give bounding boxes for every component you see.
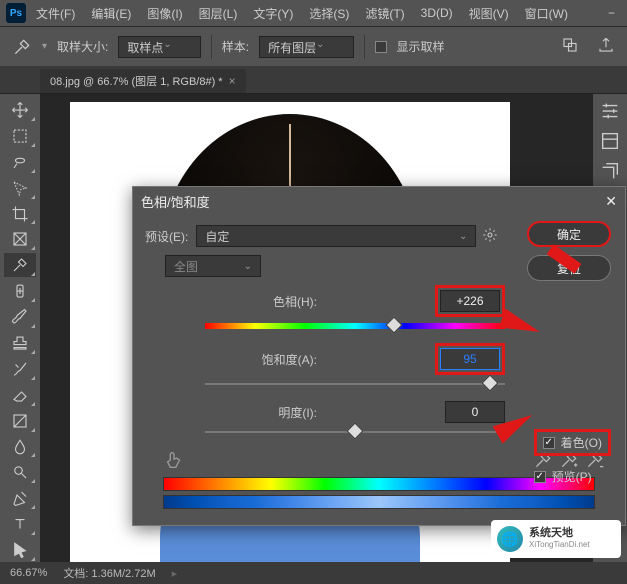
chevron-down-icon: ⌄ (459, 231, 467, 242)
options-bar: ▾ 取样大小: 取样点 ⌄ 样本: 所有图层 ⌄ 显示取样 (0, 26, 627, 66)
annotation-arrow (499, 309, 543, 341)
menu-bar: Ps 文件(F) 编辑(E) 图像(I) 图层(L) 文字(Y) 选择(S) 滤… (0, 0, 627, 26)
preset-value: 自定 (205, 228, 229, 245)
scrubby-icon[interactable] (163, 449, 185, 471)
show-sampling-checkbox[interactable] (375, 41, 387, 53)
globe-icon: 🌐 (497, 526, 523, 552)
hue-saturation-dialog: 色相/饱和度 ✕ 预设(E): 自定 ⌄ 确定 复位 全图 ⌄ 色相(H): (132, 186, 626, 526)
gear-icon[interactable] (482, 227, 498, 246)
sample-size-value: 取样点 (127, 41, 163, 55)
healing-tool[interactable] (4, 279, 36, 303)
app-logo: Ps (6, 3, 26, 23)
spectrum-after (163, 495, 595, 509)
watermark-logo: 🌐 系统天地 XiTongTianDi.net (491, 520, 621, 558)
dodge-tool[interactable] (4, 460, 36, 484)
type-tool[interactable] (4, 512, 36, 536)
menu-layer[interactable]: 图层(L) (193, 3, 244, 24)
brush-tool[interactable] (4, 305, 36, 329)
tool-panel (0, 94, 40, 562)
saturation-slider[interactable] (205, 379, 505, 389)
chevron-down-icon: ⌄ (163, 39, 171, 50)
lightness-label: 明度(I): (205, 404, 325, 421)
overlay-icon[interactable] (561, 36, 579, 57)
styles-icon[interactable] (599, 160, 621, 182)
quick-select-tool[interactable] (4, 176, 36, 200)
frame-tool[interactable] (4, 227, 36, 251)
dialog-title: 色相/饱和度 (141, 192, 210, 211)
sample-layer-label: 样本: (222, 38, 249, 55)
zoom-level[interactable]: 66.67% (10, 567, 47, 579)
hue-label: 色相(H): (205, 293, 325, 310)
document-tab[interactable]: 08.jpg @ 66.7% (图层 1, RGB/8#) * × (40, 69, 246, 93)
lasso-tool[interactable] (4, 150, 36, 174)
document-tabs: 08.jpg @ 66.7% (图层 1, RGB/8#) * × (0, 66, 627, 94)
menu-edit[interactable]: 编辑(E) (85, 3, 137, 24)
close-icon[interactable]: ✕ (605, 193, 617, 210)
watermark-title: 系统天地 (529, 527, 590, 539)
share-icon[interactable] (597, 36, 615, 57)
ok-button[interactable]: 确定 (527, 221, 611, 247)
chevron-down-icon: ⌄ (316, 39, 324, 50)
show-sampling-label: 显示取样 (397, 38, 445, 55)
preview-checkbox[interactable] (534, 471, 546, 483)
path-select-tool[interactable] (4, 538, 36, 562)
stamp-tool[interactable] (4, 331, 36, 355)
eraser-tool[interactable] (4, 383, 36, 407)
properties-icon[interactable] (599, 130, 621, 152)
separator (211, 35, 212, 59)
chevron-down-icon[interactable]: ▾ (42, 41, 47, 52)
eyedropper-icon (12, 37, 32, 57)
tab-title: 08.jpg @ 66.7% (图层 1, RGB/8#) * (50, 73, 223, 89)
eyedropper-tool[interactable] (4, 253, 36, 277)
crop-tool[interactable] (4, 202, 36, 226)
channel-value: 全图 (174, 258, 198, 275)
hue-slider[interactable] (205, 321, 505, 331)
blur-tool[interactable] (4, 435, 36, 459)
marquee-tool[interactable] (4, 124, 36, 148)
lightness-slider[interactable] (205, 427, 505, 437)
chevron-right-icon[interactable]: ▸ (172, 567, 178, 580)
preview-row[interactable]: 预览(P) (534, 468, 611, 485)
pen-tool[interactable] (4, 486, 36, 510)
menu-type[interactable]: 文字(Y) (247, 3, 299, 24)
close-icon[interactable]: × (229, 74, 236, 88)
collapse-button[interactable]: − (602, 4, 621, 22)
history-brush-tool[interactable] (4, 357, 36, 381)
menu-file[interactable]: 文件(F) (30, 3, 81, 24)
menu-select[interactable]: 选择(S) (303, 3, 355, 24)
chevron-down-icon: ⌄ (244, 261, 252, 272)
lightness-input[interactable]: 0 (445, 401, 505, 423)
menu-window[interactable]: 窗口(W) (519, 3, 574, 24)
spectrum-preview (163, 477, 595, 509)
saturation-input[interactable]: 95 (440, 348, 500, 370)
sample-size-label: 取样大小: (57, 38, 108, 55)
colorize-label: 着色(O) (561, 434, 602, 451)
hue-input[interactable]: +226 (440, 290, 500, 312)
menu-view[interactable]: 视图(V) (463, 3, 515, 24)
menu-image[interactable]: 图像(I) (141, 3, 188, 24)
colorize-row[interactable]: 着色(O) (534, 429, 611, 456)
sample-layer-select[interactable]: 所有图层 ⌄ (259, 36, 353, 58)
preset-select[interactable]: 自定 ⌄ (196, 225, 476, 247)
spectrum-before (163, 477, 595, 491)
separator (364, 35, 365, 59)
colorize-checkbox[interactable] (543, 437, 555, 449)
saturation-label: 饱和度(A): (205, 351, 325, 368)
sample-size-select[interactable]: 取样点 ⌄ (118, 36, 200, 58)
channel-select[interactable]: 全图 ⌄ (165, 255, 261, 277)
preset-label: 预设(E): (145, 228, 188, 245)
dialog-titlebar[interactable]: 色相/饱和度 ✕ (133, 187, 625, 215)
gradient-tool[interactable] (4, 409, 36, 433)
sample-layer-value: 所有图层 (268, 41, 316, 55)
move-tool[interactable] (4, 98, 36, 122)
menu-filter[interactable]: 滤镜(T) (359, 3, 410, 24)
adjustments-icon[interactable] (599, 100, 621, 122)
preview-label: 预览(P) (552, 468, 592, 485)
menu-3d[interactable]: 3D(D) (415, 4, 459, 22)
status-bar: 66.67% 文档: 1.36M/2.72M ▸ (0, 562, 627, 584)
watermark-sub: XiTongTianDi.net (529, 539, 590, 551)
doc-size[interactable]: 文档: 1.36M/2.72M (63, 565, 155, 581)
